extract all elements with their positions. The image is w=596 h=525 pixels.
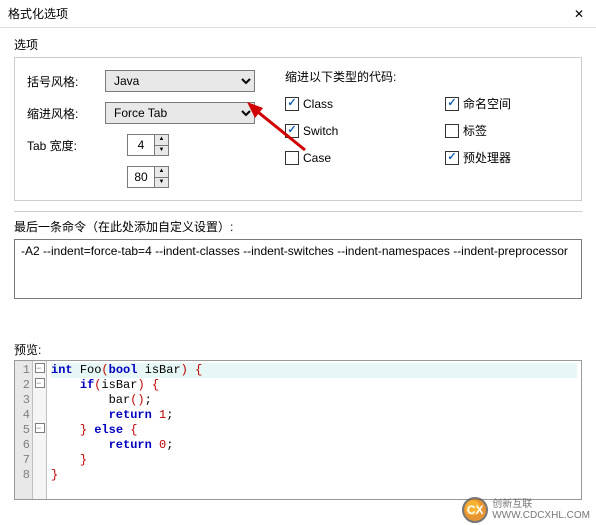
indent-style-label: 缩进风格: <box>27 105 105 122</box>
checkbox-icon <box>445 151 459 165</box>
code-preview: 12345678 int Foo(bool isBar) { if(isBar)… <box>14 360 582 500</box>
fold-gutter <box>33 361 47 499</box>
line-gutter: 12345678 <box>15 361 33 499</box>
code-area: int Foo(bool isBar) { if(isBar) { bar();… <box>47 361 581 499</box>
checkbox-icon <box>285 97 299 111</box>
separator <box>14 211 582 212</box>
width-input[interactable] <box>127 166 155 188</box>
options-group: 括号风格: Java 缩进风格: Force Tab Tab 宽度: ▲▼ <box>14 57 582 201</box>
watermark-logo-icon: CX <box>462 497 488 523</box>
watermark-url: WWW.CDCXHL.COM <box>492 510 590 521</box>
tab-width-input[interactable] <box>127 134 155 156</box>
check-label[interactable]: 标签 <box>445 122 565 139</box>
check-class[interactable]: Class <box>285 95 445 112</box>
close-icon[interactable]: ✕ <box>570 7 588 21</box>
checkbox-icon <box>285 151 299 165</box>
options-label: 选项 <box>14 36 582 53</box>
checkbox-icon <box>285 124 299 138</box>
check-switch[interactable]: Switch <box>285 122 445 139</box>
indent-style-select[interactable]: Force Tab <box>105 102 255 124</box>
width-stepper[interactable]: ▲▼ <box>127 166 169 188</box>
tab-width-label: Tab 宽度: <box>27 137 105 154</box>
watermark-brand: 创新互联 <box>492 499 590 510</box>
indent-types-panel: 缩进以下类型的代码: Class 命名空间 Switch 标签 Case 预处理… <box>285 68 565 166</box>
check-namespace[interactable]: 命名空间 <box>445 95 565 112</box>
bracket-style-label: 括号风格: <box>27 73 105 90</box>
check-preproc[interactable]: 预处理器 <box>445 149 565 166</box>
cmdline-label: 最后一条命令（在此处添加自定义设置）: <box>14 218 582 235</box>
content: 选项 括号风格: Java 缩进风格: Force Tab Tab 宽度: ▲▼ <box>0 28 596 500</box>
checkbox-icon <box>445 124 459 138</box>
tab-width-up-icon[interactable]: ▲ <box>155 134 169 145</box>
checkbox-icon <box>445 97 459 111</box>
check-case[interactable]: Case <box>285 149 445 166</box>
watermark: CX 创新互联 WWW.CDCXHL.COM <box>462 497 590 523</box>
titlebar: 格式化选项 ✕ <box>0 0 596 28</box>
window-title: 格式化选项 <box>8 5 68 22</box>
preview-label: 预览: <box>14 341 582 358</box>
tab-width-stepper[interactable]: ▲▼ <box>127 134 169 156</box>
bracket-style-select[interactable]: Java <box>105 70 255 92</box>
cmdline-text[interactable]: -A2 --indent=force-tab=4 --indent-classe… <box>14 239 582 299</box>
tab-width-down-icon[interactable]: ▼ <box>155 145 169 157</box>
indent-types-label: 缩进以下类型的代码: <box>285 68 565 85</box>
width-up-icon[interactable]: ▲ <box>155 166 169 177</box>
width-down-icon[interactable]: ▼ <box>155 177 169 189</box>
